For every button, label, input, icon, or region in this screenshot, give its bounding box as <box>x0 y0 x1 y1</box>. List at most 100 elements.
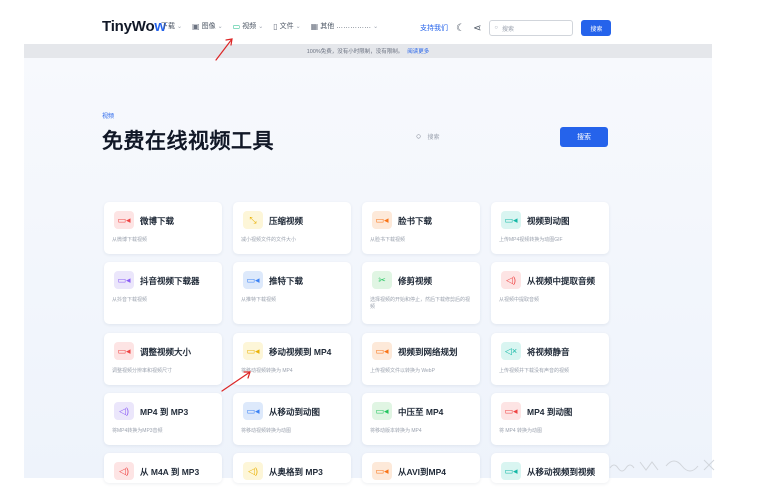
tool-card-mobile-to-mp4[interactable]: ▭◂ 移动视频到 MP4 将移动视频转换为 MP4 <box>233 333 351 385</box>
chevron-down-icon: ⌄ <box>217 23 223 30</box>
top-search-input[interactable]: ○ 搜索 <box>489 20 574 36</box>
tool-name: 视频到动图 <box>527 216 570 226</box>
tool-desc: 从推特下载视频 <box>241 297 277 303</box>
tool-card-ogg-to-mp3[interactable]: ◁) 从奥格到 MP3 <box>233 453 351 483</box>
tool-name: 从移动视频到视频 <box>527 467 596 477</box>
nav-menu: 下载 ⌄ ▣ 图像 ⌄ ▭ 视频 ⌄ ▯ 文件 ⌄ ▦ 其他 …………… ⌄ <box>161 21 378 31</box>
tool-name: 微博下载 <box>140 216 175 226</box>
search-placeholder: 搜索 <box>501 26 514 33</box>
top-search-button[interactable]: 搜索 <box>581 20 612 36</box>
search-icon: ○ <box>494 25 498 31</box>
top-navigation: TinyWow 下载 ⌄ ▣ 图像 ⌄ ▭ 视频 ⌄ ▯ 文件 ⌄ ▦ 其他 …………… ⌄ 支持… <box>0 0 757 44</box>
tool-card-resize-video[interactable]: ▭◂ 调整视频大小 调整视频分辨率和视频尺寸 <box>104 333 222 385</box>
nav-right: 支持我们 ☾ ⋖ ○ 搜索 搜索 <box>420 20 612 36</box>
tool-desc: 将移动视频转换为动图 <box>241 428 292 434</box>
nav-item-label: 视频 <box>242 23 257 30</box>
video-camera-icon: ▭◂ <box>372 462 392 480</box>
nav-item-file[interactable]: ▯ 文件 ⌄ <box>273 21 300 31</box>
tool-card-trim-video[interactable]: ✂ 修剪视频 选择视频的开始和停止，然后下载修剪后的视频 <box>362 262 480 324</box>
video-camera-icon: ▭◂ <box>372 211 392 229</box>
video-camera-icon: ▭◂ <box>243 271 263 289</box>
tool-card-douyin-download[interactable]: ▭◂ 抖音视频下载器 从抖音下载视频 <box>104 262 222 324</box>
watermark-scribble <box>609 459 715 472</box>
tool-desc: 从视频中提取音频 <box>499 297 540 303</box>
tool-name: 脸书下载 <box>398 216 433 226</box>
tool-card-video-to-gif[interactable]: ▭◂ 视频到动图 上传MP4视频转换为动图GIF <box>491 202 609 254</box>
tool-card-mp4-to-mp3[interactable]: ◁) MP4 到 MP3 将MP4转换为MP3音频 <box>104 393 222 445</box>
nav-item-image[interactable]: ▣ 图像 ⌄ <box>192 21 223 31</box>
tool-card-avi-to-mp4[interactable]: ▭◂ 从AVI到MP4 <box>362 453 480 483</box>
speaker-icon: ◁) <box>114 462 134 480</box>
tool-card-compress-video[interactable]: ⤡ 压缩视频 减小视频文件的文件大小 <box>233 202 351 254</box>
tool-card-weibo-download[interactable]: ▭◂ 微博下载 从微博下载视频 <box>104 202 222 254</box>
tool-name: 压缩视频 <box>269 216 304 226</box>
tool-name: 从视频中提取音频 <box>527 276 596 286</box>
tool-card-twitter-download[interactable]: ▭◂ 推特下载 从推特下载视频 <box>233 262 351 324</box>
video-camera-icon: ▭◂ <box>114 271 134 289</box>
nav-item-label: 下载 <box>161 23 175 30</box>
video-camera-icon: ▭◂ <box>372 342 392 360</box>
scissors-icon: ✂ <box>372 271 392 289</box>
tool-name: 中压至 MP4 <box>398 407 444 417</box>
notice-bar: 100%免费，没有小时限制，没有限制。 阅读更多 <box>24 44 712 58</box>
video-camera-icon: ▭◂ <box>501 211 521 229</box>
search-icon: ○ <box>416 131 422 141</box>
video-camera-icon: ▭◂ <box>243 342 263 360</box>
speaker-icon: ◁) <box>501 271 521 289</box>
breadcrumb[interactable]: 视频 <box>102 111 114 120</box>
nav-item-other[interactable]: ▦ 其他 …………… ⌄ <box>311 21 379 31</box>
nav-item-label: 图像 <box>201 23 216 30</box>
video-camera-icon: ▭◂ <box>501 462 521 480</box>
notice-text: 100%免费，没有小时限制，没有限制。 <box>306 49 404 55</box>
video-camera-icon: ▭◂ <box>243 402 263 420</box>
tool-desc: 减小视频文件的文件大小 <box>241 237 297 243</box>
tool-name: 移动视频到 MP4 <box>269 347 332 357</box>
speaker-icon: ◁) <box>243 462 263 480</box>
tool-desc: 将MP4转换为MP3音频 <box>112 428 163 434</box>
tool-desc: 将移动版本转换为 MP4 <box>370 428 422 434</box>
dark-mode-icon[interactable]: ☾ <box>456 23 465 34</box>
tool-name: 从 M4A 到 MP3 <box>140 467 200 477</box>
compress-icon: ⤡ <box>243 211 263 229</box>
nav-item-download[interactable]: 下载 ⌄ <box>161 21 182 31</box>
tool-card-m4a-to-mp3[interactable]: ◁) 从 M4A 到 MP3 <box>104 453 222 483</box>
tool-card-mute-video[interactable]: ◁× 将视频静音 上传视频并下载没有声音的视频 <box>491 333 609 385</box>
image-icon: ▣ <box>192 21 200 31</box>
video-camera-icon: ▭◂ <box>114 211 134 229</box>
tool-card-video-to-webp[interactable]: ▭◂ 视频到网络规划 上传视频文件以转换为 WebP <box>362 333 480 385</box>
nav-item-video[interactable]: ▭ 视频 ⌄ <box>233 21 264 31</box>
hero-search-button[interactable]: 搜索 <box>560 127 608 147</box>
tool-card-mp4-to-gif[interactable]: ▭◂ MP4 到动图 将 MP4 转换为动图 <box>491 393 609 445</box>
grid-icon: ▦ <box>310 21 319 31</box>
tool-name: 推特下载 <box>269 276 304 286</box>
nav-item-label: 文件 <box>279 23 294 30</box>
tool-card-mobile-to-video[interactable]: ▭◂ 从移动视频到视频 <box>491 453 609 483</box>
tool-name: MP4 到动图 <box>527 407 573 417</box>
search-placeholder: 搜索 <box>427 134 440 141</box>
tool-card-facebook-download[interactable]: ▭◂ 脸书下载 从脸书下载视频 <box>362 202 480 254</box>
tool-desc: 从微博下载视频 <box>112 237 148 243</box>
mute-icon: ◁× <box>501 342 521 360</box>
tool-desc: 将移动视频转换为 MP4 <box>241 368 293 374</box>
video-camera-icon: ▭◂ <box>114 342 134 360</box>
tool-desc: 上传视频并下载没有声音的视频 <box>499 368 570 374</box>
page-title: 免费在线视频工具 <box>102 130 274 153</box>
tool-card-extract-audio[interactable]: ◁) 从视频中提取音频 从视频中提取音频 <box>491 262 609 324</box>
brand-logo[interactable]: TinyWow <box>102 18 166 35</box>
hero-search-input[interactable]: ○ 搜索 <box>408 126 558 146</box>
tool-card-mpeg-to-mp4[interactable]: ▭◂ 中压至 MP4 将移动版本转换为 MP4 <box>362 393 480 445</box>
tool-name: 视频到网络规划 <box>398 347 458 357</box>
tool-name: 抖音视频下载器 <box>140 276 200 286</box>
tool-name: 从奥格到 MP3 <box>269 467 323 477</box>
video-camera-icon: ▭◂ <box>501 402 521 420</box>
tool-desc: 从脸书下载视频 <box>370 237 406 243</box>
video-icon: ▭ <box>232 21 241 31</box>
chevron-down-icon: ⌄ <box>295 23 301 30</box>
support-link[interactable]: 支持我们 <box>420 23 448 33</box>
tool-card-mobile-to-gif[interactable]: ▭◂ 从移动到动图 将移动视频转换为动图 <box>233 393 351 445</box>
tool-name: MP4 到 MP3 <box>140 407 189 417</box>
read-more-link[interactable]: 阅读更多 <box>407 47 429 55</box>
tool-name: 将视频静音 <box>527 347 570 357</box>
share-icon[interactable]: ⋖ <box>473 23 481 34</box>
tool-desc: 调整视频分辨率和视频尺寸 <box>112 368 173 374</box>
